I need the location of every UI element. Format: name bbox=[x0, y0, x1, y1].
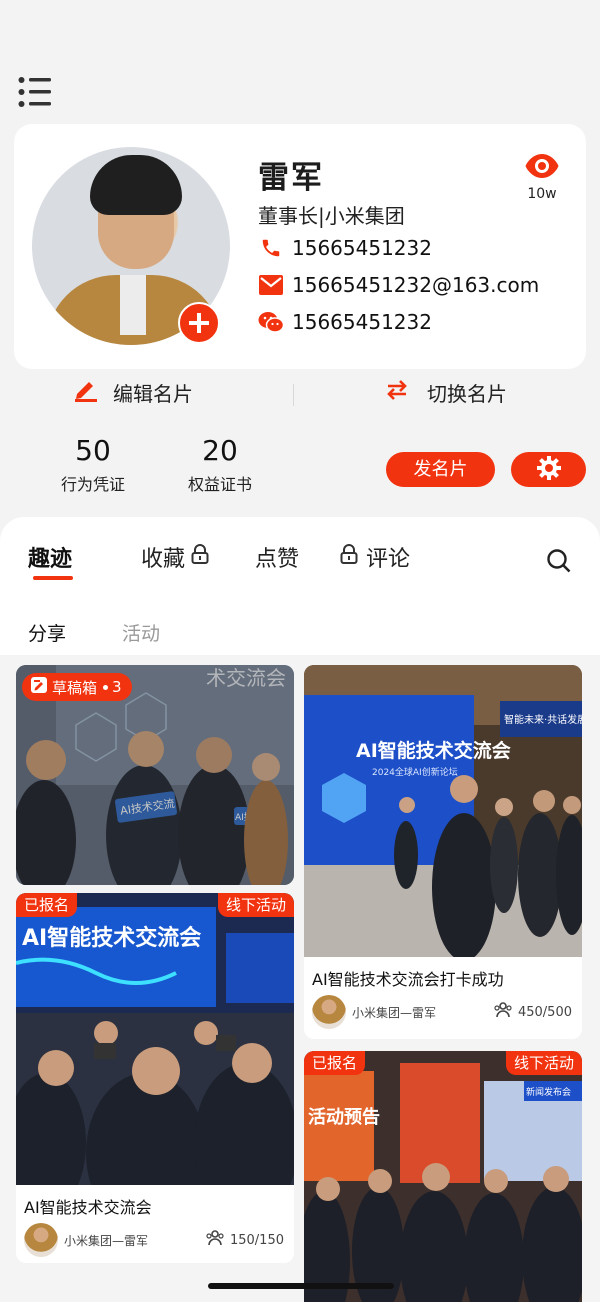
feed: 术交流会 AI技术交流 AI技术交流 草稿箱 bbox=[0, 655, 600, 1302]
phone-row[interactable]: 15665451232 bbox=[258, 236, 432, 260]
banner-text: AI智能技术交流会 bbox=[356, 739, 511, 762]
draft-icon bbox=[30, 676, 48, 698]
people-icon bbox=[494, 1002, 512, 1022]
edit-icon bbox=[73, 378, 113, 407]
stat-number: 50 bbox=[75, 434, 111, 467]
draft-label: 草稿箱 bbox=[52, 678, 98, 697]
tab-label: 趣迹 bbox=[28, 547, 73, 572]
card-title: AI智能技术交流会打卡成功 bbox=[312, 970, 504, 989]
profile-title: 董事长|小米集团 bbox=[258, 204, 405, 228]
search-icon[interactable] bbox=[546, 548, 572, 578]
edit-card-button[interactable]: 编辑名片 bbox=[73, 378, 193, 407]
send-card-button[interactable]: 发名片 bbox=[386, 452, 495, 487]
email-row[interactable]: 15665451232@163.com bbox=[258, 273, 539, 297]
home-indicator[interactable] bbox=[208, 1283, 394, 1289]
event-photo: 活动预告 新闻发布会 bbox=[304, 1051, 582, 1302]
card-count: 150/150 bbox=[229, 1232, 284, 1248]
content-panel: 趣迹 收藏 点赞 评论 分享 活动 术交流会 AI技术交流 草稿箱 3 AI智能… bbox=[0, 517, 600, 1302]
event-photo: AI智能技术交流会 bbox=[16, 893, 294, 1185]
lock-icon bbox=[340, 544, 358, 570]
add-avatar-button[interactable] bbox=[178, 302, 220, 344]
active-tab-indicator bbox=[33, 576, 73, 580]
profile-card: 雷军 董事长|小米集团 15665451232 15665451232@163.… bbox=[14, 124, 586, 369]
feed-card[interactable]: AI智能技术交流会 2024全球AI创新论坛 智能未来·共话发展 AI智能技术交… bbox=[304, 665, 582, 1039]
screen-text: 智能未来·共话发展 bbox=[504, 713, 582, 726]
event-photo: AI智能技术交流会 2024全球AI创新论坛 智能未来·共话发展 bbox=[304, 665, 582, 957]
eye-icon bbox=[520, 152, 564, 184]
switch-card-label: 切换名片 bbox=[427, 382, 507, 406]
wechat-value: 15665451232 bbox=[292, 310, 432, 334]
profile-name: 雷军 bbox=[258, 160, 324, 196]
stat-label: 权益证书 bbox=[187, 475, 252, 494]
subtab-share[interactable]: 分享 bbox=[28, 619, 66, 646]
divider bbox=[293, 384, 294, 406]
stat-behavior[interactable]: 50 行为凭证 bbox=[48, 434, 138, 495]
tab-label: 评论 bbox=[366, 547, 411, 572]
subtab-activity[interactable]: 活动 bbox=[122, 619, 160, 646]
feed-card-draft[interactable]: 术交流会 AI技术交流 AI技术交流 草稿箱 bbox=[16, 665, 294, 885]
views-count: 10w bbox=[527, 186, 557, 202]
card-title: AI智能技术交流会 bbox=[24, 1198, 152, 1217]
wechat-icon bbox=[258, 311, 284, 333]
offline-badge: 线下活动 bbox=[505, 1051, 582, 1075]
tab-comments[interactable]: 评论 bbox=[340, 541, 410, 573]
avatar bbox=[312, 995, 346, 1029]
feed-card[interactable]: AI智能技术交流会 已报名 线下活动 AI智能技术交流会 小米集团—雷军 150… bbox=[16, 893, 294, 1263]
card-author: 小米集团—雷军 bbox=[352, 1005, 437, 1020]
banner-text: 活动预告 bbox=[308, 1106, 380, 1128]
registered-badge: 已报名 bbox=[304, 1051, 366, 1075]
stat-number: 20 bbox=[202, 434, 238, 467]
tab-traces[interactable]: 趣迹 bbox=[28, 541, 72, 573]
email-value: 15665451232@163.com bbox=[292, 273, 540, 297]
wechat-row[interactable]: 15665451232 bbox=[258, 310, 432, 334]
dot bbox=[103, 684, 109, 690]
tab-label: 点赞 bbox=[255, 547, 300, 572]
tab-label: 收藏 bbox=[141, 547, 186, 572]
lock-icon bbox=[191, 544, 209, 570]
edit-card-label: 编辑名片 bbox=[113, 382, 193, 406]
draft-badge[interactable]: 草稿箱 3 bbox=[22, 673, 132, 701]
stat-rights[interactable]: 20 权益证书 bbox=[175, 434, 265, 495]
mail-icon bbox=[258, 274, 284, 296]
banner-subtitle: 2024全球AI创新论坛 bbox=[372, 766, 458, 778]
phone-value: 15665451232 bbox=[292, 236, 432, 260]
avatar bbox=[24, 1223, 58, 1257]
settings-button[interactable] bbox=[511, 452, 586, 487]
gear-icon bbox=[536, 455, 562, 485]
sign-text: 新闻发布会 bbox=[526, 1086, 571, 1098]
draft-count: 3 bbox=[112, 678, 122, 696]
card-meta: 小米集团—雷军 150/150 bbox=[24, 1223, 284, 1257]
banner-text: AI智能技术交流会 bbox=[22, 925, 201, 951]
card-author: 小米集团—雷军 bbox=[64, 1233, 149, 1248]
menu-icon[interactable] bbox=[18, 76, 52, 108]
card-meta: 小米集团—雷军 450/500 bbox=[312, 995, 572, 1029]
registered-badge: 已报名 bbox=[16, 893, 78, 917]
switch-card-button[interactable]: 切换名片 bbox=[385, 378, 507, 407]
stat-label: 行为凭证 bbox=[60, 475, 125, 494]
card-count: 450/500 bbox=[517, 1004, 572, 1020]
views-counter: 10w bbox=[520, 152, 564, 202]
tab-likes[interactable]: 点赞 bbox=[255, 541, 299, 573]
feed-card[interactable]: 活动预告 新闻发布会 已报名 线下活动 bbox=[304, 1051, 582, 1302]
switch-icon bbox=[385, 378, 423, 407]
tab-favorites[interactable]: 收藏 bbox=[141, 541, 209, 573]
offline-badge: 线下活动 bbox=[217, 893, 294, 917]
phone-icon bbox=[258, 237, 284, 259]
people-icon bbox=[206, 1230, 224, 1250]
